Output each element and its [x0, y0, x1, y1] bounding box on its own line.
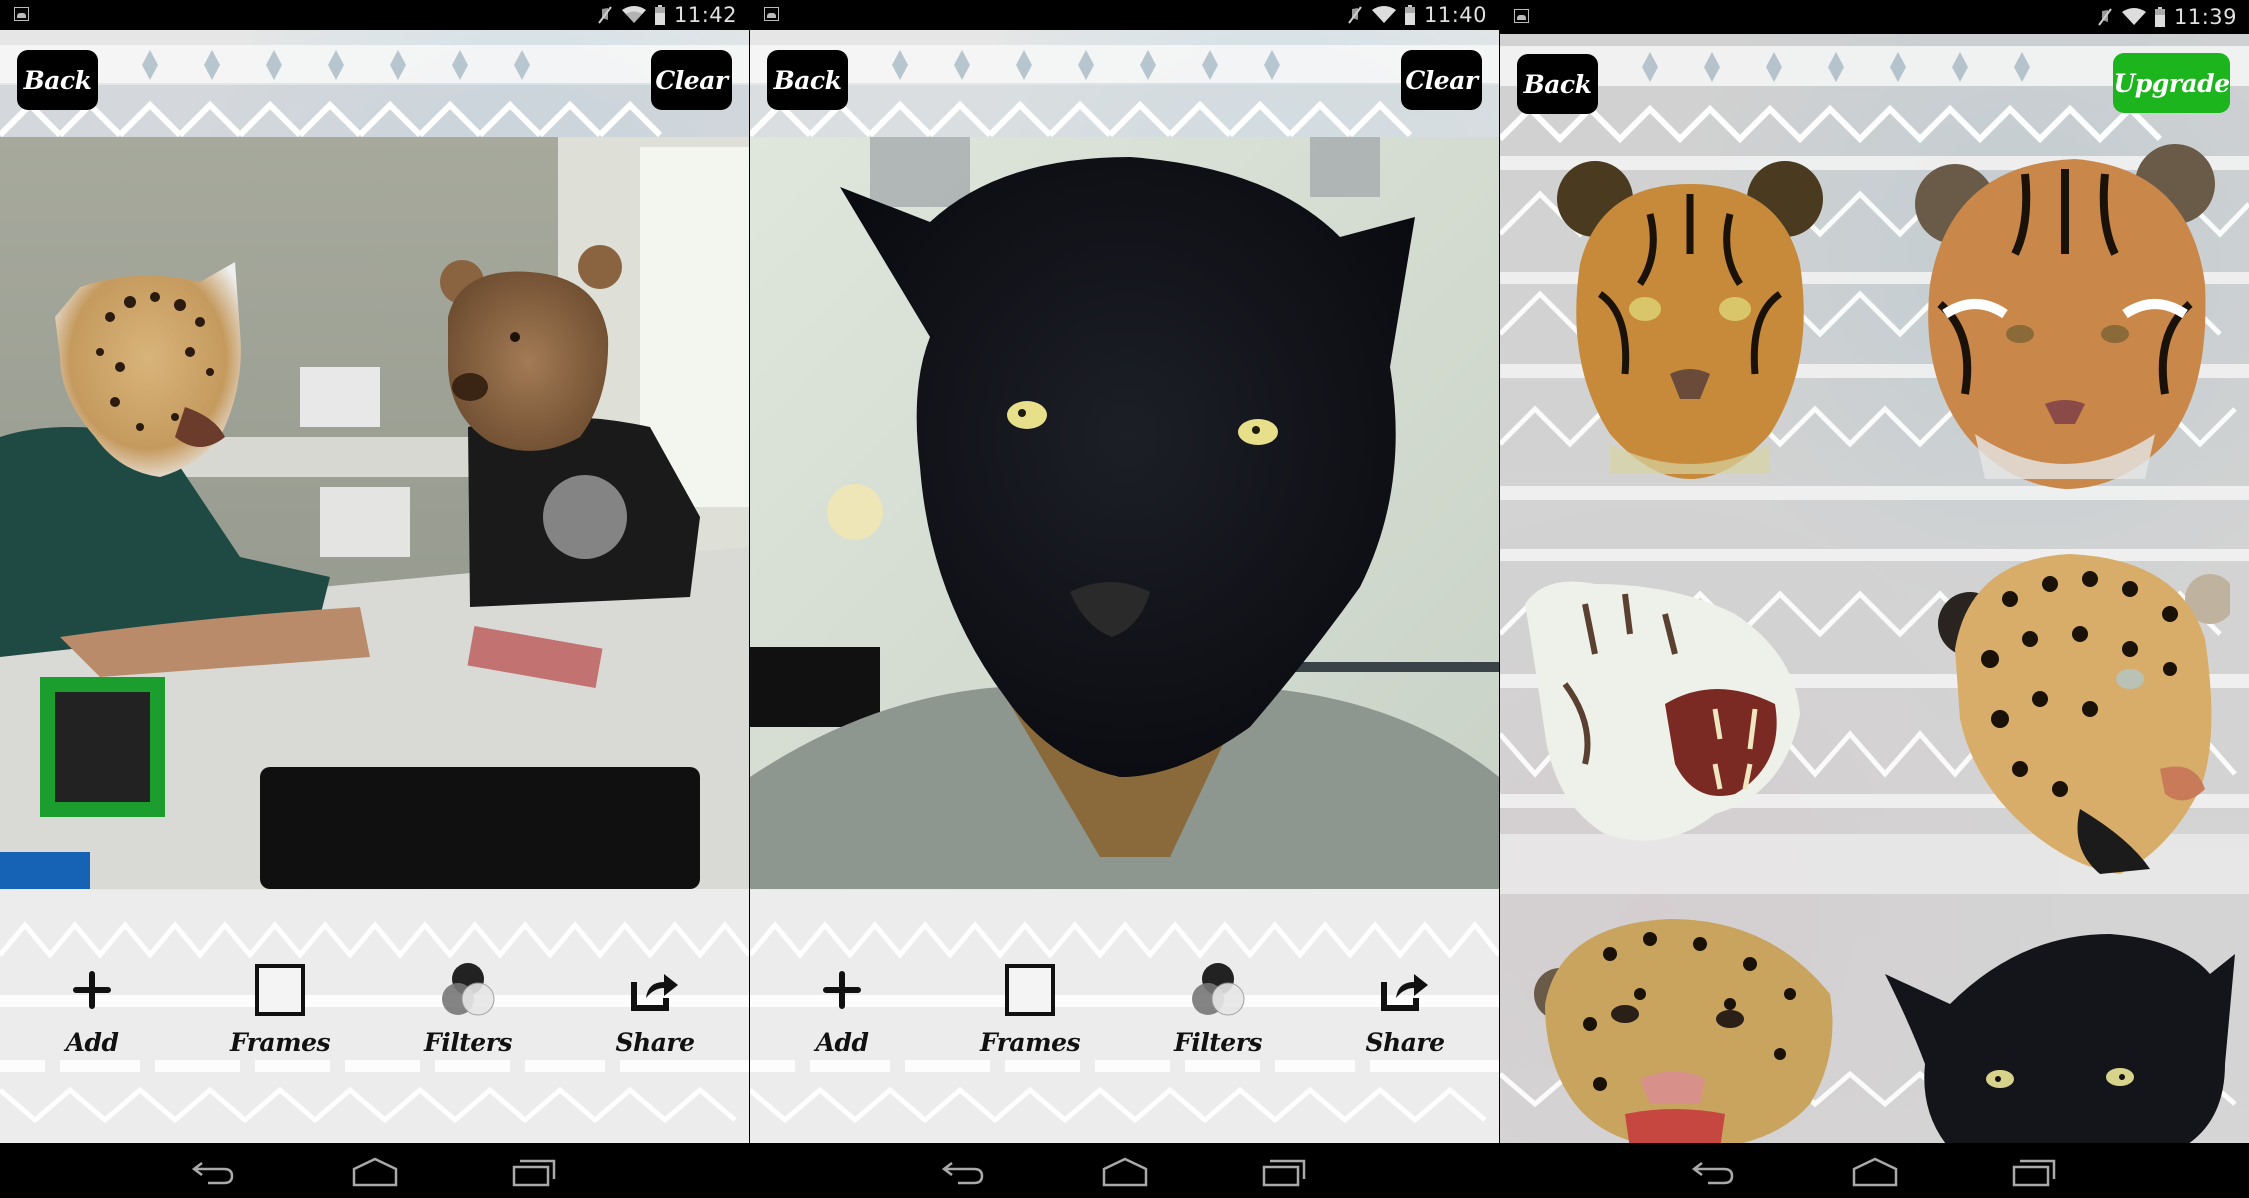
- wall-fan: [827, 484, 883, 540]
- edited-photo-canvas[interactable]: [750, 137, 1499, 889]
- filters-label: Filters: [1174, 1028, 1262, 1057]
- nav-home-icon[interactable]: [1850, 1155, 1900, 1187]
- sticker-jaguar-snarling[interactable]: [1930, 539, 2230, 879]
- screen-editor-selfie: 11:40 Back Clear Add Frames Filters Shar…: [750, 0, 1499, 1198]
- app-content: Back Clear Add Frames Filters Share: [0, 30, 749, 1143]
- frames-label: Frames: [979, 1028, 1081, 1057]
- system-nav-bar: [750, 1143, 1499, 1198]
- nav-back-icon[interactable]: [190, 1155, 240, 1187]
- filters-button[interactable]: Filters: [403, 950, 533, 1060]
- nav-recent-apps-icon[interactable]: [2010, 1155, 2060, 1187]
- clear-button[interactable]: Clear: [1401, 50, 1482, 110]
- sticker-bengal-tiger[interactable]: [1540, 144, 1840, 484]
- frames-button[interactable]: Frames: [965, 950, 1095, 1060]
- filters-icon: [442, 963, 495, 1016]
- add-label: Add: [815, 1028, 869, 1057]
- frame-icon: [255, 964, 305, 1016]
- system-nav-bar: [0, 1143, 749, 1198]
- system-nav-bar: [1500, 1143, 2249, 1198]
- add-label: Add: [65, 1028, 119, 1057]
- filters-label: Filters: [424, 1028, 512, 1057]
- sticker-siberian-tiger[interactable]: [1905, 134, 2225, 494]
- edited-photo-canvas[interactable]: [0, 137, 749, 889]
- frame-icon: [1005, 964, 1055, 1016]
- filters-icon: [1192, 963, 1245, 1016]
- app-content: Back Clear Add Frames Filters Share: [750, 30, 1499, 1143]
- filters-button[interactable]: Filters: [1153, 950, 1283, 1060]
- status-bar: 11:42: [0, 0, 749, 30]
- clock: 11:39: [2173, 5, 2237, 29]
- upgrade-button[interactable]: Upgrade: [2113, 53, 2230, 113]
- share-button[interactable]: Share: [590, 950, 720, 1060]
- plus-icon: [823, 971, 861, 1009]
- share-icon: [631, 974, 678, 1011]
- back-button[interactable]: Back: [17, 50, 98, 110]
- gallery-notification-icon: [14, 7, 29, 21]
- nav-home-icon[interactable]: [1100, 1155, 1150, 1187]
- share-label: Share: [1365, 1028, 1445, 1057]
- wifi-icon: [2121, 8, 2146, 25]
- clear-button[interactable]: Clear: [651, 50, 732, 110]
- laptop-background: [300, 367, 380, 427]
- share-button[interactable]: Share: [1340, 950, 1470, 1060]
- tv-screen: [750, 647, 880, 727]
- clock: 11:40: [1423, 3, 1487, 27]
- ceiling-light: [870, 137, 970, 207]
- nav-recent-apps-icon[interactable]: [1260, 1155, 1310, 1187]
- sticker-leopard-roaring[interactable]: [1530, 904, 1850, 1143]
- editor-toolbar: Add Frames Filters Share: [0, 950, 749, 1060]
- editor-toolbar: Add Frames Filters Share: [750, 950, 1499, 1060]
- frames-button[interactable]: Frames: [215, 950, 345, 1060]
- status-bar: 11:40: [750, 0, 1499, 30]
- closed-laptop: [260, 767, 700, 889]
- battery-icon: [654, 5, 665, 25]
- clock: 11:42: [673, 3, 737, 27]
- add-button[interactable]: Add: [27, 950, 157, 1060]
- plus-icon: [73, 971, 111, 1009]
- sticker-white-tiger-roaring[interactable]: [1515, 564, 1815, 854]
- battery-icon: [1404, 5, 1415, 25]
- gallery-notification-icon: [764, 7, 779, 21]
- wifi-icon: [621, 6, 646, 23]
- sticker-black-panther[interactable]: [1880, 914, 2240, 1143]
- nav-back-icon[interactable]: [940, 1155, 990, 1187]
- gallery-notification-icon: [1514, 9, 1529, 23]
- share-label: Share: [615, 1028, 695, 1057]
- nav-home-icon[interactable]: [350, 1155, 400, 1187]
- nav-recent-apps-icon[interactable]: [510, 1155, 560, 1187]
- battery-icon: [2154, 7, 2165, 27]
- screen-sticker-picker: 11:39 Back Upgrade: [1500, 0, 2249, 1198]
- wifi-icon: [1371, 6, 1396, 23]
- app-content: Back Upgrade: [1500, 34, 2249, 1143]
- mute-icon: [598, 6, 612, 24]
- nav-back-icon[interactable]: [1690, 1155, 1740, 1187]
- mute-icon: [2098, 8, 2112, 26]
- back-button[interactable]: Back: [1517, 54, 1598, 114]
- add-button[interactable]: Add: [777, 950, 907, 1060]
- frames-label: Frames: [229, 1028, 331, 1057]
- status-bar: 11:39: [1500, 0, 2249, 34]
- back-button[interactable]: Back: [767, 50, 848, 110]
- share-icon: [1381, 974, 1428, 1011]
- mute-icon: [1348, 6, 1362, 24]
- screen-editor-group-photo: 11:42 Back Clear Add Frames Filters Shar…: [0, 0, 749, 1198]
